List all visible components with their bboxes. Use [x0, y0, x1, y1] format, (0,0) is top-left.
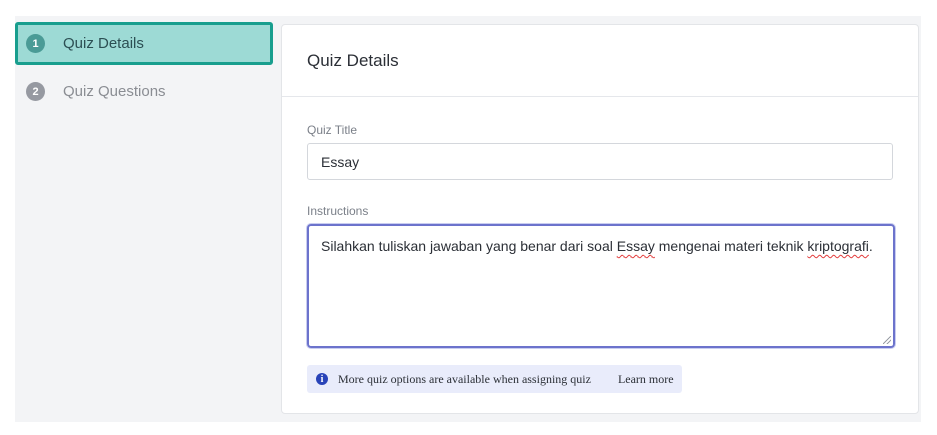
quiz-editor: 1 Quiz Details 2 Quiz Questions Quiz Det… [15, 16, 921, 422]
step-number-badge: 2 [26, 82, 45, 101]
info-text: More quiz options are available when ass… [338, 371, 591, 386]
card-header: Quiz Details [282, 25, 918, 97]
step-quiz-details[interactable]: 1 Quiz Details [15, 22, 273, 65]
misspelled-word: Essay [616, 238, 655, 254]
misspelled-word: kriptografi [807, 238, 869, 254]
step-label: Quiz Details [63, 35, 144, 52]
info-banner: i More quiz options are available when a… [307, 365, 682, 393]
card-body: Quiz Title Essay Instructions Silahkan t… [282, 97, 918, 393]
resize-handle-icon[interactable] [883, 336, 891, 344]
learn-more-link[interactable]: Learn more [618, 372, 674, 387]
info-icon: i [316, 373, 328, 385]
instructions-text: mengenai materi teknik [654, 238, 808, 254]
instructions-text: Silahkan tuliskan jawaban yang benar dar… [321, 238, 617, 254]
instructions-textarea[interactable]: Silahkan tuliskan jawaban yang benar dar… [307, 224, 895, 348]
step-label: Quiz Questions [63, 83, 166, 100]
steps-sidebar: 1 Quiz Details 2 Quiz Questions [15, 22, 273, 118]
quiz-title-label: Quiz Title [307, 123, 358, 137]
step-quiz-questions[interactable]: 2 Quiz Questions [15, 70, 273, 113]
card-title: Quiz Details [307, 50, 399, 70]
step-number-badge: 1 [26, 34, 45, 53]
quiz-details-card: Quiz Details Quiz Title Essay Instructio… [281, 24, 919, 414]
quiz-title-input[interactable]: Essay [307, 143, 893, 180]
instructions-label: Instructions [307, 204, 369, 218]
instructions-text: . [868, 238, 873, 254]
quiz-title-value: Essay [321, 153, 360, 170]
